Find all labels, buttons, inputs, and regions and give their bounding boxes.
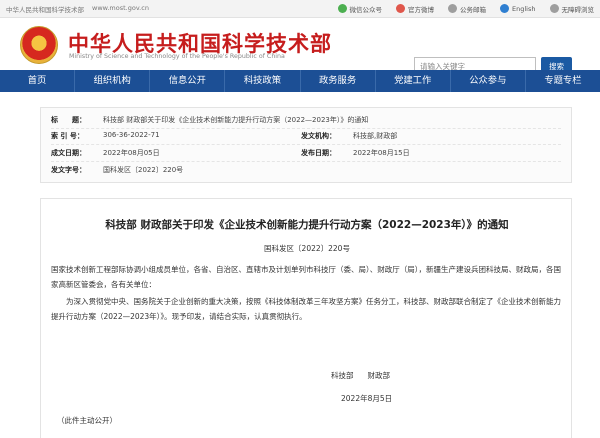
national-emblem-logo[interactable]	[20, 26, 58, 64]
article-paragraph-body: 为深入贯彻党中央、国务院关于企业创新的重大决策，按照《科技体制改革三年攻坚方案》…	[51, 297, 561, 321]
signatory-most: 科技部	[331, 371, 354, 380]
nav-policy[interactable]: 科技政策	[225, 70, 301, 92]
globe-icon	[500, 4, 510, 13]
article-body: 科技部 财政部关于印发《企业技术创新能力提升行动方案（2022—2023年）》的…	[40, 198, 572, 438]
top-utility-bar: 中华人民共和国科学技术部 www.most.gov.cn 微信公众号 官方微博 …	[0, 0, 600, 18]
top-site-url: www.most.gov.cn	[92, 3, 149, 12]
document-metadata: 标 题： 科技部 财政部关于印发《企业技术创新能力提升行动方案（2022—202…	[40, 107, 572, 183]
accessibility-link[interactable]: 无障碍浏览	[549, 4, 594, 14]
main-nav: 首页 组织机构 信息公开 科技政策 政务服务 党建工作 公众参与 专题专栏	[0, 70, 600, 92]
top-site-name: 中华人民共和国科学技术部	[6, 5, 84, 14]
mail-icon	[448, 4, 458, 13]
weibo-icon	[396, 4, 406, 13]
nav-home[interactable]: 首页	[0, 70, 76, 92]
meta-title-value: 科技部 财政部关于印发《企业技术创新能力提升行动方案（2022—2023年）》的…	[103, 115, 369, 124]
meta-row-docno: 发文字号： 国科发区〔2022〕220号	[51, 165, 184, 174]
site-header: 中华人民共和国科学技术部 Ministry of Science and Tec…	[0, 18, 600, 76]
nav-party-building[interactable]: 党建工作	[376, 70, 451, 92]
nav-services[interactable]: 政务服务	[301, 70, 376, 92]
meta-row-index: 索 引 号： 306-36-2022-71 发文机构： 科技部,财政部	[51, 129, 561, 145]
accessibility-icon	[549, 4, 559, 13]
meta-row-dates: 成文日期： 2022年08月05日 发布日期： 2022年08月15日	[51, 145, 561, 162]
nav-info-disclosure[interactable]: 信息公开	[150, 70, 226, 92]
nav-public-participation[interactable]: 公众参与	[451, 70, 526, 92]
article-doc-number: 国科发区〔2022〕220号	[264, 244, 350, 253]
wechat-icon	[337, 4, 347, 13]
article-title: 科技部 财政部关于印发《企业技术创新能力提升行动方案（2022—2023年）》的…	[105, 219, 509, 231]
article-signatories: 科技部 财政部	[331, 370, 390, 381]
top-site-info: 中华人民共和国科学技术部 www.most.gov.cn	[6, 4, 149, 14]
article-date: 2022年8月5日	[341, 394, 393, 403]
meta-row-title: 标 题： 科技部 财政部关于印发《企业技术创新能力提升行动方案（2022—202…	[51, 112, 561, 129]
signatory-mof: 财政部	[367, 371, 391, 380]
nav-organization[interactable]: 组织机构	[75, 70, 151, 92]
email-link[interactable]: 公务邮箱	[448, 4, 486, 14]
site-subtitle: Ministry of Science and Technology of th…	[69, 53, 285, 60]
wechat-link[interactable]: 微信公众号	[337, 4, 382, 14]
article-paragraph-recipients: 国家技术创新工程部际协调小组成员单位，各省、自治区、直辖市及计划单列市科技厅（委…	[51, 265, 561, 289]
english-link[interactable]: English	[500, 4, 536, 13]
nav-special-topics[interactable]: 专题专栏	[526, 70, 600, 92]
top-links: 微信公众号 官方微博 公务邮箱 English 无障碍浏览	[337, 4, 594, 14]
weibo-link[interactable]: 官方微博	[396, 4, 434, 14]
article-public-note: （此件主动公开）	[57, 416, 117, 425]
